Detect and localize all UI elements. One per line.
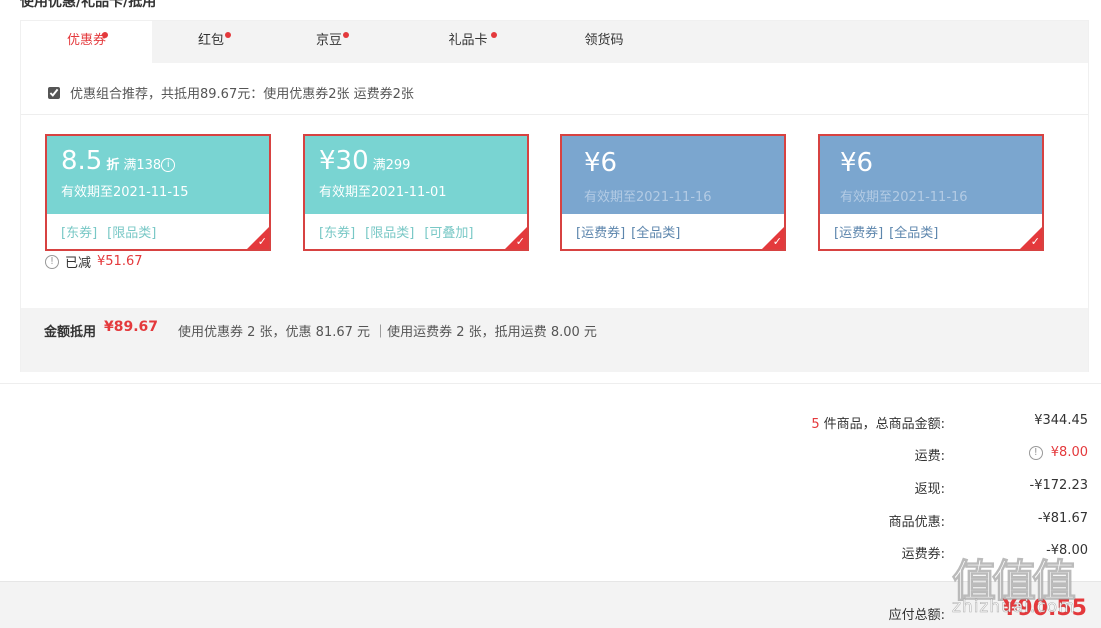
divider (21, 114, 1088, 115)
tab-label: 礼品卡 (448, 33, 488, 48)
coupon-tag: [可叠加] (424, 226, 474, 241)
freight-coupon-value: -¥8.00 (1046, 543, 1088, 558)
freight-value: ! ¥8.00 (1028, 445, 1088, 460)
tab-label: 优惠券 (66, 33, 106, 48)
coupon-validity: 有效期至2021-11-16 (584, 190, 712, 205)
coupon-amount: ¥6 (840, 148, 873, 178)
coupon-card[interactable]: ¥6 有效期至2021-11-16 [运费券] [全品类] ✓ (818, 134, 1044, 251)
coupon-card[interactable]: ¥6 有效期至2021-11-16 [运费券] [全品类] ✓ (560, 134, 786, 251)
freight-label: 运费: (914, 449, 945, 464)
coupon-tag: [全品类] (631, 226, 681, 241)
coupon-tag: [限品类] (365, 226, 415, 241)
coupon-value: 8.5 (61, 146, 103, 176)
coupon-tag: [运费券] (834, 226, 884, 241)
coupon-value: ¥6 (584, 148, 618, 178)
cashback-label: 返现: (914, 482, 945, 497)
goods-total-label: 5 件商品，总商品金额: (811, 413, 945, 432)
combo-checkbox[interactable] (48, 86, 60, 99)
reduced-amount: ! 已减 ¥51.67 (45, 252, 143, 271)
coupon-face: ¥6 有效期至2021-11-16 (820, 136, 1042, 214)
coupon-card[interactable]: ¥30 满299 有效期至2021-11-01 [东券] [限品类] [可叠加] ✓ (303, 134, 529, 251)
total-bar: 应付总额: ¥90.55 (0, 581, 1101, 628)
coupon-validity: 有效期至2021-11-01 (319, 185, 447, 200)
goods-total-value: ¥344.45 (1034, 413, 1088, 428)
tab-red-packet[interactable]: 红包 (152, 21, 270, 63)
summary-amount: ¥89.67 (104, 319, 159, 335)
coupon-amount: ¥30 满299 (319, 146, 410, 176)
notification-dot (343, 32, 349, 38)
info-icon[interactable]: i (161, 158, 176, 172)
tab-pickup-code[interactable]: 领货码 (548, 21, 660, 63)
coupon-face: 8.5 折满138 i 有效期至2021-11-15 (47, 136, 269, 214)
coupon-amount: 8.5 折满138 i (61, 146, 176, 176)
coupon-face: ¥30 满299 有效期至2021-11-01 (305, 136, 527, 214)
coupon-tag: [全品类] (889, 226, 939, 241)
coupon-validity: 有效期至2021-11-16 (840, 190, 968, 205)
coupon-value: ¥30 (319, 146, 369, 176)
coupon-tags: [运费券] [全品类] (834, 222, 944, 241)
info-icon[interactable]: ! (1028, 446, 1043, 460)
tab-label: 领货码 (584, 33, 624, 48)
reduced-value: ¥51.67 (97, 254, 143, 269)
coupon-condition: 满299 (372, 158, 411, 173)
section-title[interactable]: 使用优惠/礼品卡/抵用 ^ (20, 0, 173, 11)
check-icon: ✓ (515, 235, 525, 248)
notification-dot (225, 32, 231, 38)
discount-label: 商品优惠: (888, 515, 945, 530)
coupon-tag: [东券] (61, 226, 98, 241)
tab-label: 京豆 (315, 33, 342, 48)
check-icon: ✓ (772, 235, 782, 248)
divider (0, 383, 1101, 384)
item-count: 5 (811, 417, 820, 432)
coupon-tag: [东券] (319, 226, 356, 241)
coupon-unit: 折 (106, 158, 120, 173)
coupon-amount: ¥6 (584, 148, 617, 178)
coupon-tag: [限品类] (107, 226, 157, 241)
reduced-label: 已减 (65, 256, 92, 271)
coupon-validity: 有效期至2021-11-15 (61, 185, 189, 200)
coupon-tags: [东券] [限品类] (61, 222, 166, 241)
coupon-tag: [运费券] (576, 226, 626, 241)
freight-coupon-label: 运费券: (901, 547, 945, 562)
combo-text: 优惠组合推荐，共抵用89.67元：使用优惠券2张 运费券2张 (70, 87, 414, 102)
freight-amount: ¥8.00 (1050, 445, 1088, 460)
tab-bar: 优惠券 红包 京豆 礼品卡 领货码 (21, 21, 1088, 64)
coupon-panel: 优惠券 红包 京豆 礼品卡 领货码 优惠组合推荐，共抵用89.67元：使用优惠券… (20, 20, 1089, 372)
notification-dot (491, 32, 497, 38)
tab-gift-card[interactable]: 礼品卡 (388, 21, 548, 63)
coupon-tags: [运费券] [全品类] (576, 222, 686, 241)
coupon-face: ¥6 有效期至2021-11-16 (562, 136, 784, 214)
discount-value: -¥81.67 (1037, 511, 1088, 526)
total-label: 应付总额: (888, 608, 945, 623)
tab-coupons[interactable]: 优惠券 (21, 21, 152, 64)
combo-recommendation[interactable]: 优惠组合推荐，共抵用89.67元：使用优惠券2张 运费券2张 (48, 83, 414, 102)
tab-jingdou[interactable]: 京豆 (270, 21, 388, 63)
coupon-value: ¥6 (840, 148, 874, 178)
goods-label: 件商品，总商品金额: (823, 417, 945, 432)
summary-label: 金额抵用 (44, 325, 97, 340)
summary-detail: 使用优惠券 2 张，优惠 81.67 元 ｜使用运费券 2 张，抵用运费 8.0… (178, 325, 597, 340)
tab-label: 红包 (197, 33, 224, 48)
total-value: ¥90.55 (1002, 596, 1087, 621)
check-icon: ✓ (1030, 235, 1040, 248)
discount-summary: 金额抵用 ¥89.67 使用优惠券 2 张，优惠 81.67 元 ｜使用运费券 … (21, 308, 1088, 372)
notification-dot (102, 32, 108, 38)
info-icon[interactable]: ! (45, 254, 59, 269)
check-icon: ✓ (257, 235, 267, 248)
coupon-card[interactable]: 8.5 折满138 i 有效期至2021-11-15 [东券] [限品类] ✓ (45, 134, 271, 251)
cashback-value: -¥172.23 (1029, 478, 1088, 493)
coupon-condition: 满138 (123, 158, 162, 173)
coupon-tags: [东券] [限品类] [可叠加] (319, 222, 483, 241)
